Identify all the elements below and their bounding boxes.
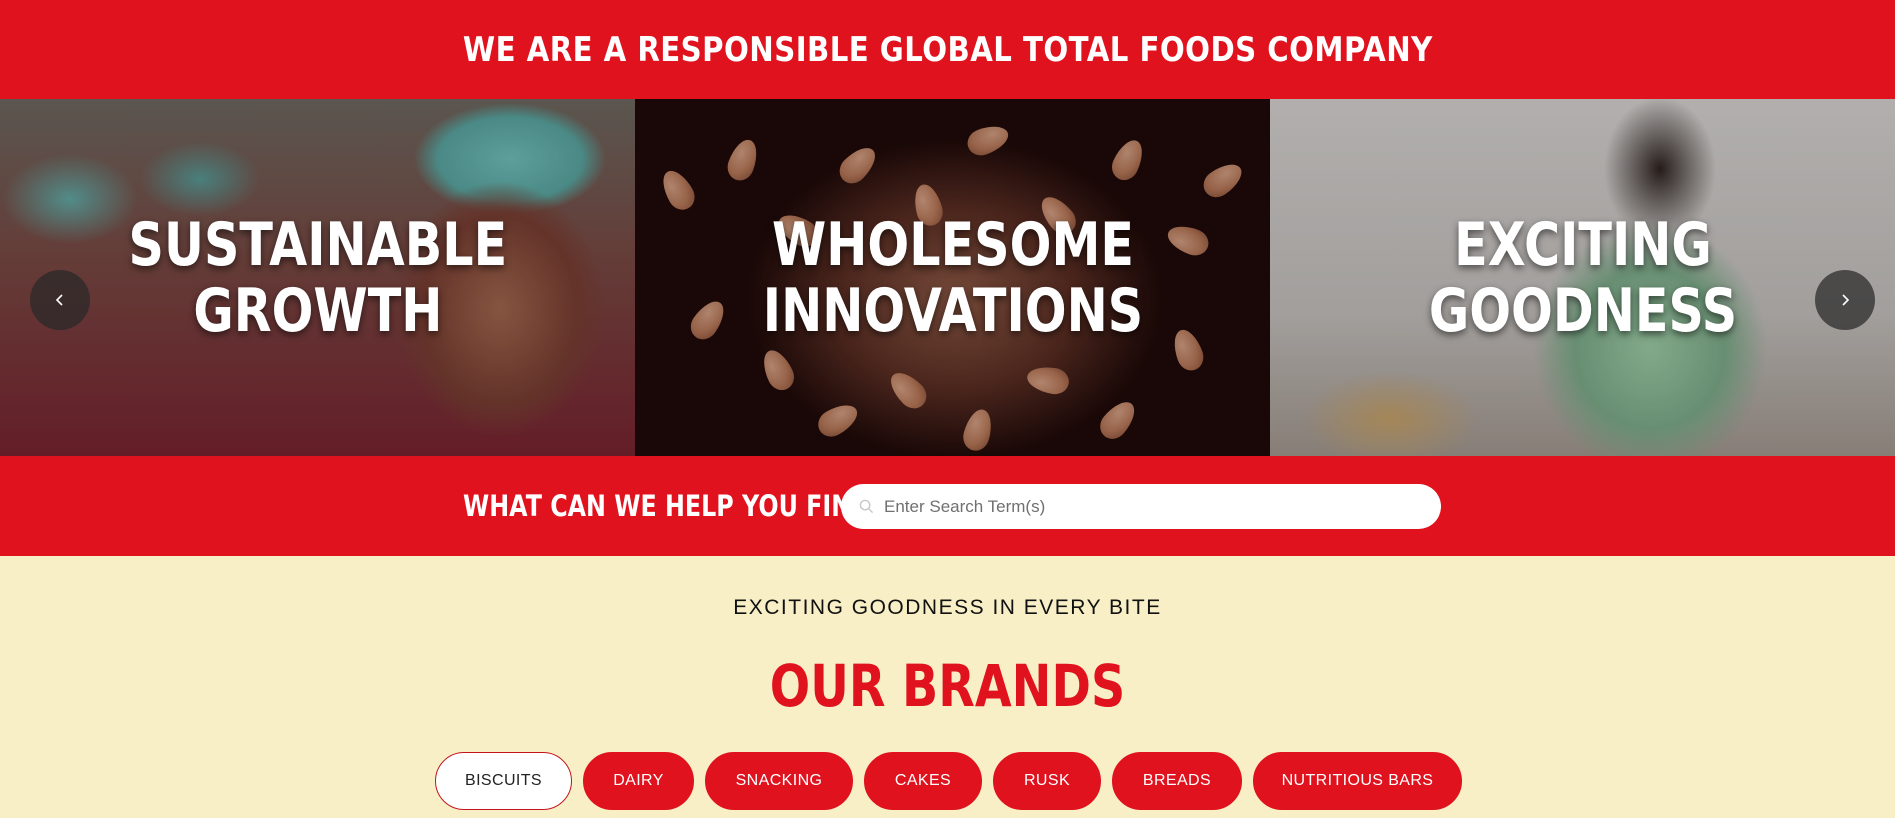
search-box[interactable] [841, 484, 1441, 529]
slide-title: WHOLESOME INNOVATIONS [762, 212, 1142, 344]
chevron-left-icon [55, 294, 63, 306]
carousel-slide-exciting-goodness[interactable]: EXCITING GOODNESS [1270, 99, 1895, 456]
carousel-slide-sustainable-growth[interactable]: SUSTAINABLE GROWTH [0, 99, 635, 456]
slide-title-line-1: WHOLESOME [771, 209, 1134, 280]
hero-carousel: SUSTAINABLE GROWTH WHOLESOME INNOVATIONS… [0, 99, 1895, 456]
tab-breads[interactable]: BREADS [1112, 752, 1242, 810]
search-input[interactable] [882, 495, 1422, 518]
carousel-slide-wholesome-innovations[interactable]: WHOLESOME INNOVATIONS [635, 99, 1270, 456]
slide-title-line-1: EXCITING [1453, 209, 1712, 280]
chevron-right-icon [1842, 294, 1850, 306]
brands-kicker: EXCITING GOODNESS IN EVERY BITE [733, 596, 1162, 619]
slide-title-line-1: SUSTAINABLE [128, 209, 507, 280]
slide-title-line-2: INNOVATIONS [762, 275, 1143, 346]
brands-title: OUR BRANDS [769, 652, 1126, 720]
company-tagline: WE ARE A RESPONSIBLE GLOBAL TOTAL FOODS … [462, 29, 1433, 70]
search-icon [859, 499, 874, 514]
slide-title-line-2: GROWTH [192, 275, 443, 346]
carousel-prev-button[interactable] [30, 270, 90, 330]
carousel-next-button[interactable] [1815, 270, 1875, 330]
slide-title-line-2: GOODNESS [1428, 275, 1737, 346]
top-banner: WE ARE A RESPONSIBLE GLOBAL TOTAL FOODS … [0, 0, 1895, 99]
slide-title: SUSTAINABLE GROWTH [128, 212, 507, 344]
tab-rusk[interactable]: RUSK [993, 752, 1101, 810]
search-section: WHAT CAN WE HELP YOU FIND? [0, 456, 1895, 556]
tab-nutritious-bars[interactable]: NUTRITIOUS BARS [1253, 752, 1462, 810]
brands-section: EXCITING GOODNESS IN EVERY BITE OUR BRAN… [0, 556, 1895, 818]
tab-biscuits[interactable]: BISCUITS [435, 752, 572, 810]
slide-title: EXCITING GOODNESS [1428, 212, 1736, 344]
tab-snacking[interactable]: SNACKING [705, 752, 853, 810]
tab-dairy[interactable]: DAIRY [583, 752, 694, 810]
tab-cakes[interactable]: CAKES [864, 752, 982, 810]
brand-category-tabs: BISCUITS DAIRY SNACKING CAKES RUSK BREAD… [0, 752, 1895, 810]
search-heading: WHAT CAN WE HELP YOU FIND? [463, 489, 885, 523]
